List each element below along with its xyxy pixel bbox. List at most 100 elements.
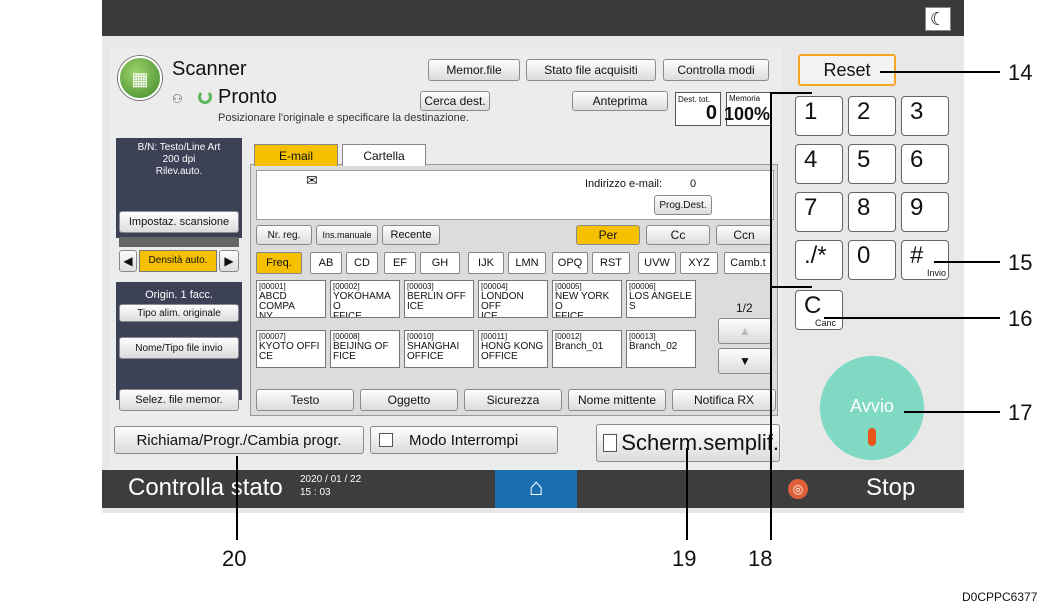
dest-cell[interactable]: [00003] BERLIN OFF ICE xyxy=(404,280,474,318)
key-7[interactable]: 7 xyxy=(795,192,843,232)
cc-button[interactable]: Cc xyxy=(646,225,710,245)
page-down-button[interactable]: ▼ xyxy=(718,348,772,374)
key-star[interactable]: ./* xyxy=(795,240,843,280)
nome-mittente-button[interactable]: Nome mittente xyxy=(568,389,666,411)
dest-name: ABCD COMPA NY xyxy=(259,291,295,318)
alpha-tab-uvw[interactable]: UVW xyxy=(638,252,676,274)
alpha-tab-ef[interactable]: EF xyxy=(384,252,416,274)
reset-button[interactable]: Reset xyxy=(798,54,896,86)
nr-reg-button[interactable]: Nr. reg. xyxy=(256,225,312,245)
anteprima-button[interactable]: Anteprima xyxy=(572,91,668,111)
densita-auto-label[interactable]: Densità auto. xyxy=(139,250,217,272)
ins-manuale-button[interactable]: Ins.manuale xyxy=(316,225,378,245)
density-decrease-button[interactable]: ◀ xyxy=(119,250,137,272)
stop-button[interactable]: Stop xyxy=(866,474,915,502)
stop-icon[interactable]: ◎ xyxy=(788,479,808,499)
dest-cell[interactable]: [00004] LONDON OFF ICE xyxy=(478,280,548,318)
dest-cell[interactable]: [00001] ABCD COMPA NY xyxy=(256,280,326,318)
impostaz-scansione-button[interactable]: Impostaz. scansione xyxy=(119,211,239,233)
dest-cell[interactable]: [00007] KYOTO OFFI CE xyxy=(256,330,326,368)
oggetto-button[interactable]: Oggetto xyxy=(360,389,458,411)
alpha-tab-xyz[interactable]: XYZ xyxy=(680,252,718,274)
memor-file-button[interactable]: Memor.file xyxy=(428,59,520,81)
key-hash-symbol: # xyxy=(910,242,924,269)
scherm-semplif-button[interactable]: Scherm.semplif. xyxy=(596,424,780,462)
key-0[interactable]: 0 xyxy=(848,240,896,280)
cerca-dest-button[interactable]: Cerca dest. xyxy=(420,91,490,111)
alpha-tab-lmn[interactable]: LMN xyxy=(508,252,546,274)
key-9[interactable]: 9 xyxy=(901,192,949,232)
scherm-semplif-label: Scherm.semplif. xyxy=(621,430,779,455)
memory-box: Memoria 100% xyxy=(724,92,772,126)
key-3[interactable]: 3 xyxy=(901,96,949,136)
scanner-icon: ▦ xyxy=(118,56,162,100)
avvio-button[interactable]: Avvio xyxy=(820,356,924,460)
dest-cell[interactable]: [00005] NEW YORK O FFICE xyxy=(552,280,622,318)
page-up-button[interactable]: ▲ xyxy=(718,318,772,344)
callout-18: 18 xyxy=(748,546,773,571)
dest-total-box: Dest. tot. 0 xyxy=(675,92,721,126)
dest-cell[interactable]: [00010] SHANGHAI OFFICE xyxy=(404,330,474,368)
status-icon xyxy=(198,90,212,104)
tab-email[interactable]: E-mail xyxy=(254,144,338,166)
key-2[interactable]: 2 xyxy=(848,96,896,136)
alpha-tab-ijk[interactable]: IJK xyxy=(468,252,504,274)
controlla-modi-button[interactable]: Controlla modi xyxy=(663,59,769,81)
dest-name: HONG KONG OFFICE xyxy=(481,341,544,362)
callout-line-20 xyxy=(236,456,238,540)
callout-line-18-vertical xyxy=(770,92,772,540)
dest-cell[interactable]: [00002] YOKOHAMA O FFICE xyxy=(330,280,400,318)
tipo-alim-button[interactable]: Tipo alim. originale xyxy=(119,304,239,322)
selez-file-memor-button[interactable]: Selez. file memor. xyxy=(119,389,239,411)
alpha-tab-gh[interactable]: GH xyxy=(420,252,460,274)
per-button[interactable]: Per xyxy=(576,225,640,245)
ccn-button[interactable]: Ccn xyxy=(716,225,772,245)
alpha-tab-ab[interactable]: AB xyxy=(310,252,342,274)
richiama-button[interactable]: Richiama/Progr./Cambia progr. xyxy=(114,426,364,454)
controlla-stato-button[interactable]: Controlla stato xyxy=(128,474,283,502)
alpha-tab-opq[interactable]: OPQ xyxy=(552,252,588,274)
clear-button[interactable]: C Canc xyxy=(795,290,843,330)
dest-cell[interactable]: [00012] Branch_01 xyxy=(552,330,622,368)
density-slider[interactable] xyxy=(119,237,239,247)
dest-cell[interactable]: [00008] BEIJING OF FICE xyxy=(330,330,400,368)
callout-14: 14 xyxy=(1008,60,1033,85)
dest-name: NEW YORK O FFICE xyxy=(555,291,610,318)
key-6[interactable]: 6 xyxy=(901,144,949,184)
home-button[interactable]: ⌂ xyxy=(495,470,577,508)
dest-name: YOKOHAMA O FFICE xyxy=(333,291,391,318)
origin-1-facc-button[interactable]: Origin. 1 facc. xyxy=(119,286,239,304)
dest-cell[interactable]: [00013] Branch_02 xyxy=(626,330,696,368)
key-8[interactable]: 8 xyxy=(848,192,896,232)
email-icon: ✉ xyxy=(306,172,318,188)
alpha-tab-camb[interactable]: Camb.t xyxy=(724,252,772,274)
key-5[interactable]: 5 xyxy=(848,144,896,184)
dest-name: BERLIN OFF ICE xyxy=(407,291,466,312)
prog-dest-button[interactable]: Prog.Dest. xyxy=(654,195,712,215)
dest-cell[interactable]: [00006] LOS ANGELE S xyxy=(626,280,696,318)
dest-cell[interactable]: [00011] HONG KONG OFFICE xyxy=(478,330,548,368)
alpha-tab-freq[interactable]: Freq. xyxy=(256,252,302,274)
notifica-rx-button[interactable]: Notifica RX xyxy=(672,389,776,411)
nome-tipo-file-button[interactable]: Nome/Tipo file invio xyxy=(119,337,239,359)
key-hash[interactable]: # Invio xyxy=(901,240,949,280)
callout-19: 19 xyxy=(672,546,697,571)
modo-interrompi-button[interactable]: Modo Interrompi xyxy=(370,426,558,454)
testo-button[interactable]: Testo xyxy=(256,389,354,411)
checkbox-icon xyxy=(603,434,618,452)
density-increase-button[interactable]: ▶ xyxy=(219,250,239,272)
sicurezza-button[interactable]: Sicurezza xyxy=(464,389,562,411)
scan-settings-text: B/N: Testo/Line Art 200 dpi Rilev.auto. xyxy=(137,142,221,177)
key-4[interactable]: 4 xyxy=(795,144,843,184)
stato-file-button[interactable]: Stato file acquisiti xyxy=(526,59,656,81)
recente-button[interactable]: Recente xyxy=(382,225,440,245)
alpha-tab-cd[interactable]: CD xyxy=(346,252,378,274)
tab-cartella[interactable]: Cartella xyxy=(342,144,426,166)
status-date: 2020 / 01 / 22 xyxy=(300,474,362,485)
key-1[interactable]: 1 xyxy=(795,96,843,136)
moon-icon[interactable]: ☾ xyxy=(925,7,951,31)
callout-20: 20 xyxy=(222,546,247,571)
email-count: 0 xyxy=(690,178,697,190)
callout-line-18-top xyxy=(772,92,812,94)
alpha-tab-rst[interactable]: RST xyxy=(592,252,630,274)
